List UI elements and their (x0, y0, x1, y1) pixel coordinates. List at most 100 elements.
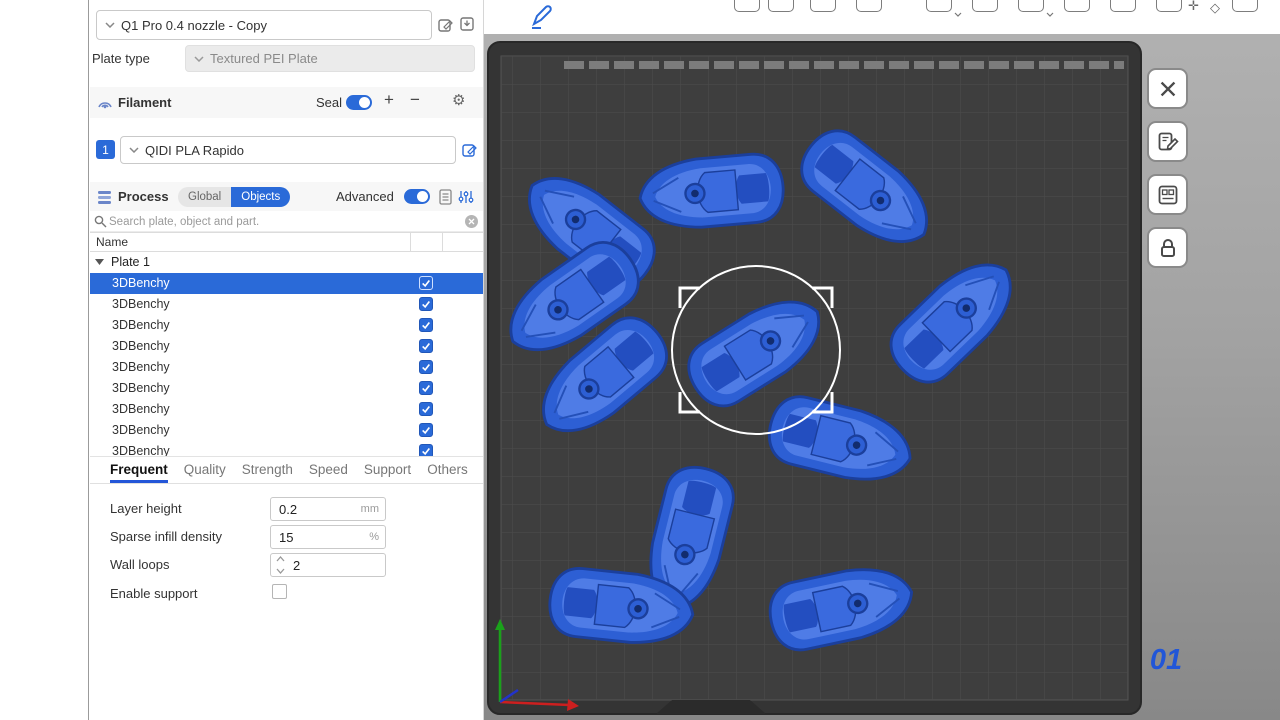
search-bar (90, 211, 483, 232)
object-print-checkbox[interactable] (419, 423, 433, 437)
object-row-label[interactable]: 3DBenchy (112, 360, 170, 374)
lock-plate-button[interactable] (1147, 227, 1188, 268)
column-divider (442, 233, 443, 251)
toolbar-button-partial[interactable] (1156, 0, 1182, 12)
enable-support-checkbox[interactable] (272, 584, 287, 599)
auto-orient-button[interactable] (1147, 121, 1188, 162)
object-row[interactable]: 3DBenchy (90, 315, 483, 336)
name-column-header: Name (96, 235, 128, 249)
remove-filament-button[interactable]: − (410, 90, 420, 110)
object-print-checkbox[interactable] (419, 276, 433, 290)
viewport-3d[interactable]: ✛ ◇ 01 (483, 0, 1280, 720)
sparse-infill-unit: % (369, 531, 379, 543)
printer-preset-select[interactable]: Q1 Pro 0.4 nozzle - Copy (96, 10, 432, 40)
object-row[interactable]: 3DBenchy (90, 294, 483, 315)
filament-preset-value: QIDI PLA Rapido (145, 143, 244, 158)
draw-pencil-icon[interactable] (528, 4, 554, 34)
object-row-label[interactable]: 3DBenchy (112, 444, 170, 456)
toolbar-button-partial[interactable] (1064, 0, 1090, 12)
check-icon (421, 425, 431, 435)
add-plate-icon[interactable]: ✛ (1188, 0, 1199, 14)
object-row[interactable]: 3DBenchy (90, 420, 483, 441)
plate-number[interactable]: 01 (1140, 644, 1192, 677)
object-row-label[interactable]: 3DBenchy (112, 276, 170, 290)
process-section-header: Process Global Objects Advanced (90, 182, 483, 211)
check-icon (421, 383, 431, 393)
search-input[interactable] (109, 213, 449, 230)
filament-spool-icon (96, 94, 114, 112)
chevron-down-icon (105, 22, 115, 28)
scope-objects-button[interactable]: Objects (231, 187, 290, 207)
filament-slot-number[interactable]: 1 (96, 140, 115, 159)
object-row[interactable]: 3DBenchy (90, 273, 483, 294)
filament-settings-gear-icon[interactable]: ⚙ (452, 91, 465, 109)
settings-tabs: Frequent Quality Strength Speed Support Other… (90, 456, 483, 484)
object-print-checkbox[interactable] (419, 381, 433, 395)
tab-frequent[interactable]: Frequent (110, 457, 168, 483)
object-row[interactable]: 3DBenchy (90, 378, 483, 399)
check-icon (421, 278, 431, 288)
toolbar-button-partial[interactable] (810, 0, 836, 12)
tab-speed[interactable]: Speed (309, 457, 348, 483)
seal-label: Seal (316, 95, 342, 110)
object-row-label[interactable]: 3DBenchy (112, 318, 170, 332)
sparse-infill-label: Sparse infill density (110, 529, 222, 544)
object-row-label[interactable]: 3DBenchy (112, 402, 170, 416)
toolbar-button-partial[interactable] (768, 0, 794, 12)
filament-preset-select[interactable]: QIDI PLA Rapido (120, 136, 456, 164)
object-row-label[interactable]: 3DBenchy (112, 339, 170, 353)
edit-filament-icon[interactable] (462, 142, 477, 157)
toolbar-button-partial[interactable] (1018, 0, 1044, 12)
object-row[interactable]: 3DBenchy (90, 357, 483, 378)
scope-global-button[interactable]: Global (178, 187, 231, 207)
object-row[interactable]: 3DBenchy (90, 336, 483, 357)
plate-type-select[interactable]: Textured PEI Plate (185, 45, 475, 72)
delete-plate-button[interactable] (1147, 68, 1188, 109)
tab-strength[interactable]: Strength (242, 457, 293, 483)
tab-quality[interactable]: Quality (184, 457, 226, 483)
plate-tree-label[interactable]: Plate 1 (111, 255, 150, 269)
object-row-label[interactable]: 3DBenchy (112, 381, 170, 395)
toolbar-button-partial[interactable] (1110, 0, 1136, 12)
object-row-label[interactable]: 3DBenchy (112, 297, 170, 311)
object-print-checkbox[interactable] (419, 297, 433, 311)
add-filament-button[interactable]: + (384, 90, 394, 110)
plate-action-bar (1147, 68, 1188, 268)
process-filter-icon[interactable] (458, 189, 474, 205)
printer-preset-value: Q1 Pro 0.4 nozzle - Copy (121, 18, 267, 33)
tab-support[interactable]: Support (364, 457, 411, 483)
object-print-checkbox[interactable] (419, 444, 433, 456)
process-scope-switch: Global Objects (178, 187, 290, 207)
object-print-checkbox[interactable] (419, 318, 433, 332)
export-preset-icon[interactable] (459, 16, 475, 32)
toolbar-button-partial[interactable] (734, 0, 760, 12)
object-row[interactable]: 3DBenchy (90, 441, 483, 456)
layer-height-unit: mm (361, 503, 379, 515)
tree-collapse-icon[interactable] (95, 259, 104, 265)
chevron-down-icon[interactable] (954, 4, 962, 22)
plate-tree-row[interactable]: Plate 1 (90, 252, 483, 273)
wall-loops-stepper[interactable] (274, 556, 286, 574)
search-clear-icon[interactable] (465, 215, 478, 228)
seal-toggle[interactable] (346, 95, 372, 110)
object-print-checkbox[interactable] (419, 339, 433, 353)
object-print-checkbox[interactable] (419, 402, 433, 416)
chevron-down-icon[interactable] (1046, 4, 1054, 22)
process-list-icon[interactable] (438, 189, 453, 205)
check-icon (421, 341, 431, 351)
toolbar-button-partial[interactable] (856, 0, 882, 12)
toolbar-button-partial[interactable] (972, 0, 998, 12)
toolbar-button-partial[interactable] (926, 0, 952, 12)
diamond-tool-icon[interactable]: ◇ (1210, 0, 1220, 16)
object-print-checkbox[interactable] (419, 360, 433, 374)
plate-settings-icon (1156, 183, 1180, 207)
object-row-label[interactable]: 3DBenchy (112, 423, 170, 437)
toolbar-button-partial[interactable] (1232, 0, 1258, 12)
object-row[interactable]: 3DBenchy (90, 399, 483, 420)
tab-others[interactable]: Others (427, 457, 468, 483)
advanced-toggle[interactable] (404, 189, 430, 204)
wall-loops-input[interactable] (270, 553, 386, 577)
plate-settings-button[interactable] (1147, 174, 1188, 215)
edit-preset-icon[interactable] (438, 17, 453, 32)
plate-type-value: Textured PEI Plate (210, 51, 318, 66)
